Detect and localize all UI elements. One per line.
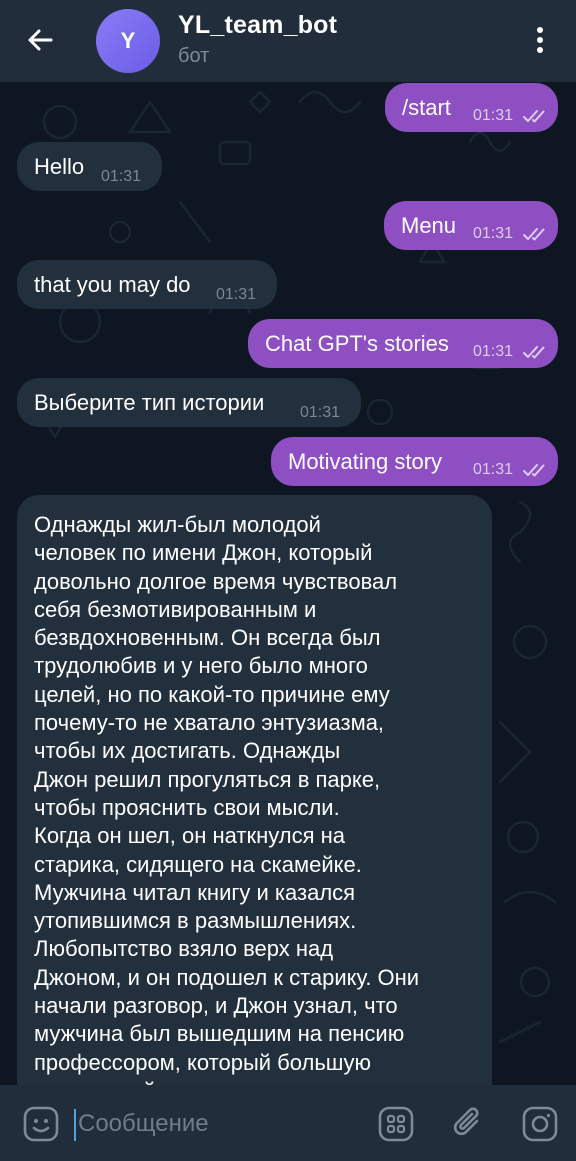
message-text: Motivating story <box>288 449 443 474</box>
incoming-message[interactable]: Hello 01:31 <box>17 142 162 191</box>
incoming-message[interactable]: Однажды жил-был молодой человек по имени… <box>17 495 492 1085</box>
camera-icon[interactable] <box>521 1105 559 1143</box>
text-cursor <box>74 1109 76 1141</box>
more-vertical-icon[interactable] <box>522 20 558 60</box>
message-composer <box>0 1085 576 1161</box>
message-input[interactable] <box>78 1105 358 1143</box>
double-check-icon <box>523 464 545 477</box>
message-text: Hello <box>34 154 85 179</box>
message-text: Menu <box>401 213 457 238</box>
message-time: 01:31 <box>473 107 514 124</box>
outgoing-message[interactable]: Menu 01:31 <box>384 201 558 250</box>
outgoing-message[interactable]: /start 01:31 <box>385 83 558 132</box>
message-time: 01:31 <box>473 461 514 478</box>
bot-commands-icon[interactable] <box>377 1105 415 1143</box>
incoming-message[interactable]: that you may do 01:31 <box>17 260 277 309</box>
back-arrow-icon[interactable] <box>20 20 60 60</box>
message-time: 01:31 <box>216 286 257 303</box>
message-list[interactable]: /start 01:31 Hello 01:31 Menu 01:31 that… <box>0 82 576 1085</box>
message-text: that you may do <box>34 272 191 297</box>
message-time: 01:31 <box>101 168 142 185</box>
chat-title[interactable]: YL_team_bot <box>178 11 337 40</box>
bot-avatar[interactable]: Y <box>96 9 160 73</box>
message-text: Однажды жил-был молодой человек по имени… <box>34 512 420 1085</box>
message-text: Chat GPT's stories <box>265 331 449 356</box>
chat-subtitle: бот <box>178 45 210 67</box>
outgoing-message[interactable]: Chat GPT's stories 01:31 <box>248 319 558 368</box>
outgoing-message[interactable]: Motivating story 01:31 <box>271 437 558 486</box>
message-text: Выберите тип истории <box>34 390 265 415</box>
message-time: 01:31 <box>473 225 514 242</box>
double-check-icon <box>523 228 545 241</box>
chat-header: Y YL_team_bot бот <box>0 0 576 82</box>
avatar-letter: Y <box>120 28 136 53</box>
double-check-icon <box>523 346 545 359</box>
message-time: 01:31 <box>300 404 341 421</box>
double-check-icon <box>523 110 545 123</box>
paperclip-icon[interactable] <box>449 1103 487 1143</box>
message-text: /start <box>402 95 451 120</box>
incoming-message[interactable]: Выберите тип истории 01:31 <box>17 378 361 427</box>
message-time: 01:31 <box>473 343 514 360</box>
emoji-icon[interactable] <box>22 1105 60 1143</box>
